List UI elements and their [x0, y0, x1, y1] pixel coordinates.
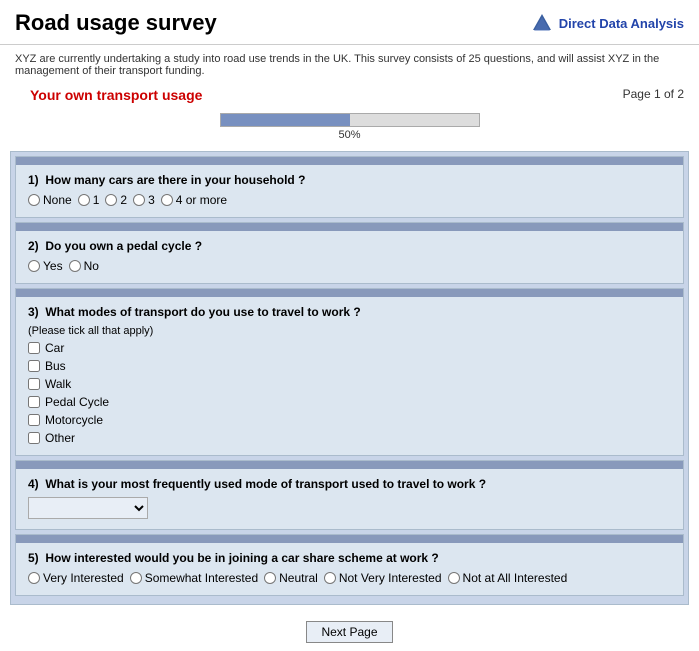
radio-group-1: None 1 2 3 4 or more: [28, 193, 671, 207]
checkbox-bus[interactable]: [28, 360, 40, 372]
logo-area: Direct Data Analysis: [531, 12, 684, 34]
question-header-3: [16, 289, 683, 297]
radio-input-neutral[interactable]: [264, 572, 276, 584]
question-header-4: [16, 461, 683, 469]
radio-option[interactable]: None: [28, 193, 72, 207]
question-body-3: 3) What modes of transport do you use to…: [16, 297, 683, 455]
radio-option[interactable]: 3: [133, 193, 155, 207]
question-text-1: 1) How many cars are there in your house…: [28, 173, 671, 187]
radio-input-1[interactable]: [78, 194, 90, 206]
next-page-area: Next Page: [0, 611, 699, 651]
question-body-1: 1) How many cars are there in your house…: [16, 165, 683, 217]
radio-input-4ormore[interactable]: [161, 194, 173, 206]
question-block-1: 1) How many cars are there in your house…: [15, 156, 684, 218]
question-block-4: 4) What is your most frequently used mod…: [15, 460, 684, 530]
page-info: Page 1 of 2: [623, 87, 684, 101]
radio-option[interactable]: 1: [78, 193, 100, 207]
progress-bar-outer: [220, 113, 480, 127]
radio-option[interactable]: 2: [105, 193, 127, 207]
checkbox-option-other[interactable]: Other: [28, 431, 671, 445]
page-title: Road usage survey: [15, 10, 217, 36]
question-text-3: 3) What modes of transport do you use to…: [28, 305, 671, 319]
question-text-4: 4) What is your most frequently used mod…: [28, 477, 671, 491]
radio-option[interactable]: 4 or more: [161, 193, 227, 207]
checkbox-other[interactable]: [28, 432, 40, 444]
question-subtext-3: (Please tick all that apply): [28, 325, 671, 337]
radio-group-2: Yes No: [28, 259, 671, 273]
checkbox-group-3: Car Bus Walk Pedal Cycle Motorcycle Othe…: [28, 341, 671, 445]
radio-option-yes[interactable]: Yes: [28, 259, 63, 273]
checkbox-option-bus[interactable]: Bus: [28, 359, 671, 373]
question-text-5: 5) How interested would you be in joinin…: [28, 551, 671, 565]
progress-container: 50%: [0, 107, 699, 145]
radio-input-somewhat-interested[interactable]: [130, 572, 142, 584]
radio-input-no[interactable]: [69, 260, 81, 272]
radio-input-2[interactable]: [105, 194, 117, 206]
checkbox-option-car[interactable]: Car: [28, 341, 671, 355]
checkbox-walk[interactable]: [28, 378, 40, 390]
intro-text: XYZ are currently undertaking a study in…: [0, 45, 699, 81]
survey-container: 1) How many cars are there in your house…: [10, 151, 689, 605]
question-header-5: [16, 535, 683, 543]
logo-icon: [531, 12, 553, 34]
radio-option-somewhat-interested[interactable]: Somewhat Interested: [130, 571, 258, 585]
dropdown-area-4: Car Bus Walk Pedal Cycle Motorcycle Othe…: [28, 497, 671, 519]
question-block-2: 2) Do you own a pedal cycle ? Yes No: [15, 222, 684, 284]
radio-input-3[interactable]: [133, 194, 145, 206]
question-text-2: 2) Do you own a pedal cycle ?: [28, 239, 671, 253]
radio-option-no[interactable]: No: [69, 259, 99, 273]
radio-input-not-at-all-interested[interactable]: [448, 572, 460, 584]
question-body-2: 2) Do you own a pedal cycle ? Yes No: [16, 231, 683, 283]
section-title: Your own transport usage: [15, 83, 217, 105]
radio-group-5: Very Interested Somewhat Interested Neut…: [28, 571, 671, 585]
radio-input-none[interactable]: [28, 194, 40, 206]
title-row: Your own transport usage Page 1 of 2: [0, 81, 699, 107]
question-block-5: 5) How interested would you be in joinin…: [15, 534, 684, 596]
checkbox-pedalcycle[interactable]: [28, 396, 40, 408]
checkbox-motorcycle[interactable]: [28, 414, 40, 426]
question-body-5: 5) How interested would you be in joinin…: [16, 543, 683, 595]
progress-bar-inner: [221, 114, 350, 126]
radio-option-very-interested[interactable]: Very Interested: [28, 571, 124, 585]
question-header-2: [16, 223, 683, 231]
question-body-4: 4) What is your most frequently used mod…: [16, 469, 683, 529]
transport-mode-select[interactable]: Car Bus Walk Pedal Cycle Motorcycle Othe…: [28, 497, 148, 519]
checkbox-option-walk[interactable]: Walk: [28, 377, 671, 391]
checkbox-car[interactable]: [28, 342, 40, 354]
question-header-1: [16, 157, 683, 165]
radio-option-not-very[interactable]: Not Very Interested: [324, 571, 442, 585]
radio-option-neutral[interactable]: Neutral: [264, 571, 318, 585]
radio-input-very-interested[interactable]: [28, 572, 40, 584]
progress-label: 50%: [338, 129, 360, 141]
radio-option-not-at-all[interactable]: Not at All Interested: [448, 571, 568, 585]
question-block-3: 3) What modes of transport do you use to…: [15, 288, 684, 456]
header: Road usage survey Direct Data Analysis: [0, 0, 699, 45]
checkbox-option-pedalcycle[interactable]: Pedal Cycle: [28, 395, 671, 409]
logo-text: Direct Data Analysis: [559, 16, 684, 31]
radio-input-not-very-interested[interactable]: [324, 572, 336, 584]
radio-input-yes[interactable]: [28, 260, 40, 272]
checkbox-option-motorcycle[interactable]: Motorcycle: [28, 413, 671, 427]
next-page-button[interactable]: Next Page: [306, 621, 392, 643]
